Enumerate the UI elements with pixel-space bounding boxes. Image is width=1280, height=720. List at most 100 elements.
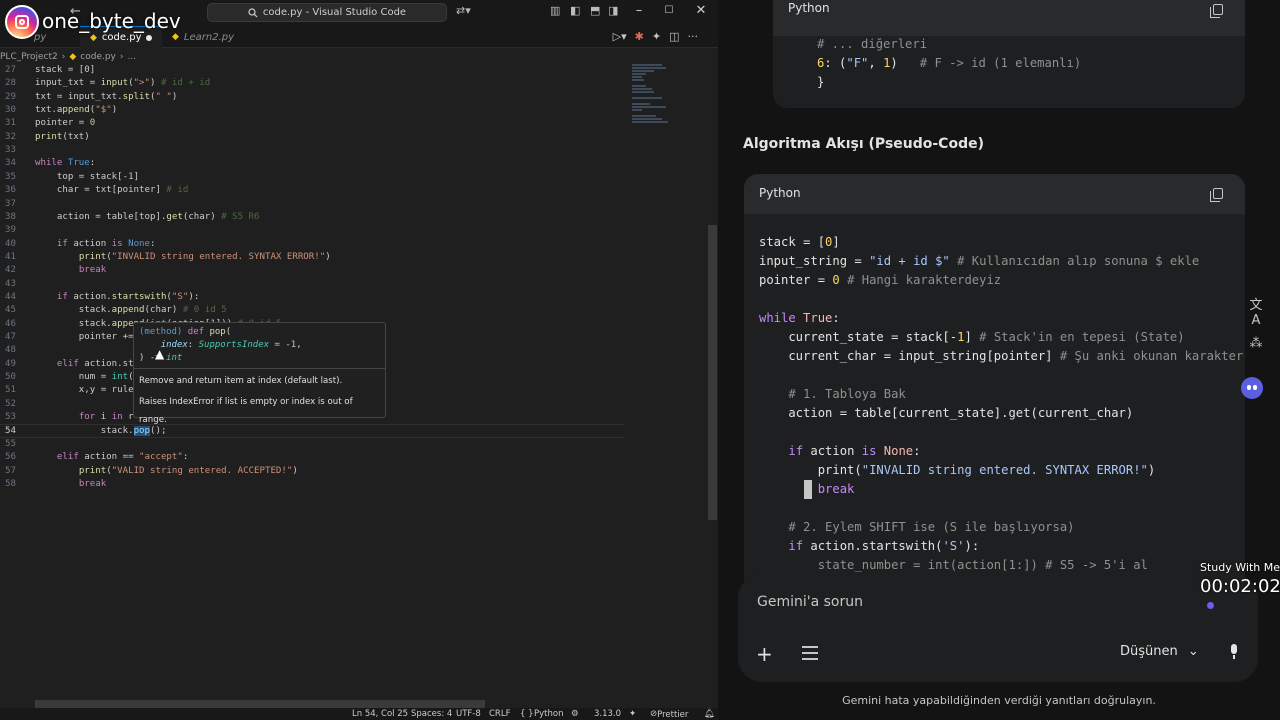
prettier-status[interactable]: ⊘ Prettier xyxy=(650,709,688,720)
language-mode[interactable]: Python xyxy=(534,709,563,719)
line-number: 28 xyxy=(5,78,16,89)
line-code: break xyxy=(78,478,107,489)
code-line[interactable]: 30 txt.append("$") xyxy=(0,104,625,117)
vertical-scrollbar[interactable] xyxy=(708,225,717,520)
code-line[interactable]: 34 while True: xyxy=(0,157,625,170)
window-title: code.py - Visual Studio Code xyxy=(262,7,407,18)
hover-doc-line-1: Remove and return item at index (default… xyxy=(139,376,343,386)
code-line[interactable]: 31 pointer = 0 xyxy=(0,117,625,130)
prompt-input[interactable]: Gemini'a sorun xyxy=(757,594,863,610)
line-code: elif action == "accept": xyxy=(56,452,189,463)
breadcrumb-folder[interactable]: PLC_Project2 xyxy=(0,52,58,62)
code-line[interactable]: 44 if action.startswith("S"): xyxy=(0,291,625,304)
minimap[interactable] xyxy=(632,64,672,154)
prettier-label: Prettier xyxy=(657,710,689,720)
line-code: txt.append("$") xyxy=(35,105,118,116)
line-code: break xyxy=(78,265,107,276)
line-code: elif action.st xyxy=(56,358,134,369)
python-file-icon: ◆ xyxy=(69,52,77,62)
code-block-1: # ... diğerleri 6: ("F", 1) # F -> id (1… xyxy=(817,37,1082,89)
breadcrumb-file[interactable]: code.py xyxy=(80,52,116,62)
language-braces[interactable]: { } xyxy=(520,709,534,719)
hover-tooltip: (method) def pop( index: SupportsIndex =… xyxy=(133,322,386,425)
microphone-icon[interactable] xyxy=(1228,644,1240,660)
code-line[interactable]: 43 xyxy=(0,278,625,291)
minimize-button[interactable]: – xyxy=(624,3,654,18)
copy-icon[interactable] xyxy=(1210,4,1223,18)
line-number: 48 xyxy=(5,345,16,356)
model-mode-dropdown[interactable]: Düşünen ⌄ xyxy=(1120,644,1199,659)
hover-signature: (method) def pop( index: SupportsIndex =… xyxy=(139,327,302,363)
line-number: 41 xyxy=(5,251,16,262)
add-attachment-button[interactable]: + xyxy=(756,642,773,666)
code-line[interactable]: 42 break xyxy=(0,264,625,277)
line-number: 27 xyxy=(5,65,16,75)
tools-icon[interactable] xyxy=(802,646,818,660)
line-number: 50 xyxy=(5,372,16,383)
code-line[interactable]: 39 xyxy=(0,224,625,237)
horizontal-scrollbar[interactable] xyxy=(35,700,485,708)
line-code: action = table[top].get(char) # S5 R6 xyxy=(35,211,260,222)
code-line[interactable]: 33 xyxy=(0,144,625,157)
notifications-icon[interactable]: 🔔︎ xyxy=(704,709,715,719)
line-number: 31 xyxy=(5,118,16,129)
assistant-avatar-icon[interactable] xyxy=(1241,377,1263,399)
toggle-panel-icon[interactable]: ⬒ xyxy=(590,4,600,17)
command-center[interactable]: code.py - Visual Studio Code xyxy=(207,3,447,22)
code-line[interactable]: 56 elif action == "accept": xyxy=(0,451,625,464)
debug-icon[interactable]: ✱ xyxy=(635,30,644,43)
layout-icon[interactable]: ▥ xyxy=(550,4,560,17)
code-card-1: Python # ... diğerleri 6: ("F", 1) # F -… xyxy=(773,0,1245,108)
split-editor-icon[interactable]: ◫ xyxy=(669,30,679,43)
code-card-header: Python xyxy=(773,0,1245,36)
chevron-right-icon: › xyxy=(61,52,66,62)
timer-dot xyxy=(1207,602,1214,609)
encoding[interactable]: UTF-8 xyxy=(456,709,481,719)
line-code: stack.append(char) # 0 id 5 xyxy=(35,305,227,316)
copilot-status-icon[interactable]: ✦ xyxy=(629,709,636,719)
line-code: while True: xyxy=(35,158,96,169)
line-number: 30 xyxy=(5,105,16,116)
code-line[interactable]: 37 xyxy=(0,198,625,211)
toggle-sidebar-icon[interactable]: ◧ xyxy=(570,4,580,17)
study-label: Study With Me xyxy=(1200,561,1280,574)
line-code: print(txt) xyxy=(35,131,90,142)
cursor-position[interactable]: Ln 54, Col 25 xyxy=(352,709,408,719)
copilot-sparkle-icon[interactable]: ✦ xyxy=(652,30,661,43)
more-actions-icon[interactable]: ··· xyxy=(688,30,699,43)
code-line[interactable]: 55 xyxy=(0,438,625,451)
code-line[interactable]: 35 top = stack[-1] xyxy=(0,171,625,184)
python-env-icon[interactable]: ⚙ xyxy=(571,709,579,719)
line-code: for i in r xyxy=(78,412,134,423)
unsaved-dot-icon[interactable] xyxy=(146,34,153,41)
close-button[interactable]: ✕ xyxy=(686,3,716,18)
apps-icon[interactable]: ⁂ xyxy=(1246,336,1266,356)
toggle-secondary-sidebar-icon[interactable]: ◨ xyxy=(608,4,618,17)
tab-label: code.py xyxy=(101,32,142,43)
code-line[interactable]: 32 print(txt) xyxy=(0,131,625,144)
code-line[interactable]: 40 if action is None: xyxy=(0,238,625,251)
breadcrumb-symbol[interactable]: ... xyxy=(128,52,137,62)
mouse-cursor-icon: ▲ xyxy=(155,347,165,361)
line-ending[interactable]: CRLF xyxy=(489,709,510,719)
translate-icon[interactable]: 文A xyxy=(1246,294,1266,328)
python-version[interactable]: 3.13.0 xyxy=(594,709,621,719)
code-line[interactable]: 28 input_txt = input(">") # id + id xyxy=(0,77,625,90)
copy-icon[interactable] xyxy=(1210,188,1223,202)
code-line[interactable]: 38 action = table[top].get(char) # S5 R6 xyxy=(0,211,625,224)
code-line[interactable]: 27 stack = [0] xyxy=(0,64,625,77)
code-line[interactable]: 58 break xyxy=(0,478,625,491)
run-icon[interactable]: ▷▾ xyxy=(613,30,627,43)
code-line[interactable]: 29 txt = input_txt.split(" ") xyxy=(0,91,625,104)
code-line[interactable]: 45 stack.append(char) # 0 id 5 xyxy=(0,304,625,317)
indentation[interactable]: Spaces: 4 xyxy=(411,709,452,719)
code-line[interactable]: 36 char = txt[pointer] # id xyxy=(0,184,625,197)
line-number: 54 xyxy=(5,426,16,437)
copilot-icon[interactable]: ⇄▾ xyxy=(456,4,471,17)
maximize-button[interactable]: ☐ xyxy=(654,5,684,16)
python-file-icon: ◆ xyxy=(90,32,97,43)
line-number: 51 xyxy=(5,385,16,396)
code-line[interactable]: 41 print("INVALID string entered. SYNTAX… xyxy=(0,251,625,264)
gemini-panel: Python # ... diğerleri 6: ("F", 1) # F -… xyxy=(718,0,1280,720)
code-line[interactable]: 57 print("VALID string entered. ACCEPTED… xyxy=(0,465,625,478)
